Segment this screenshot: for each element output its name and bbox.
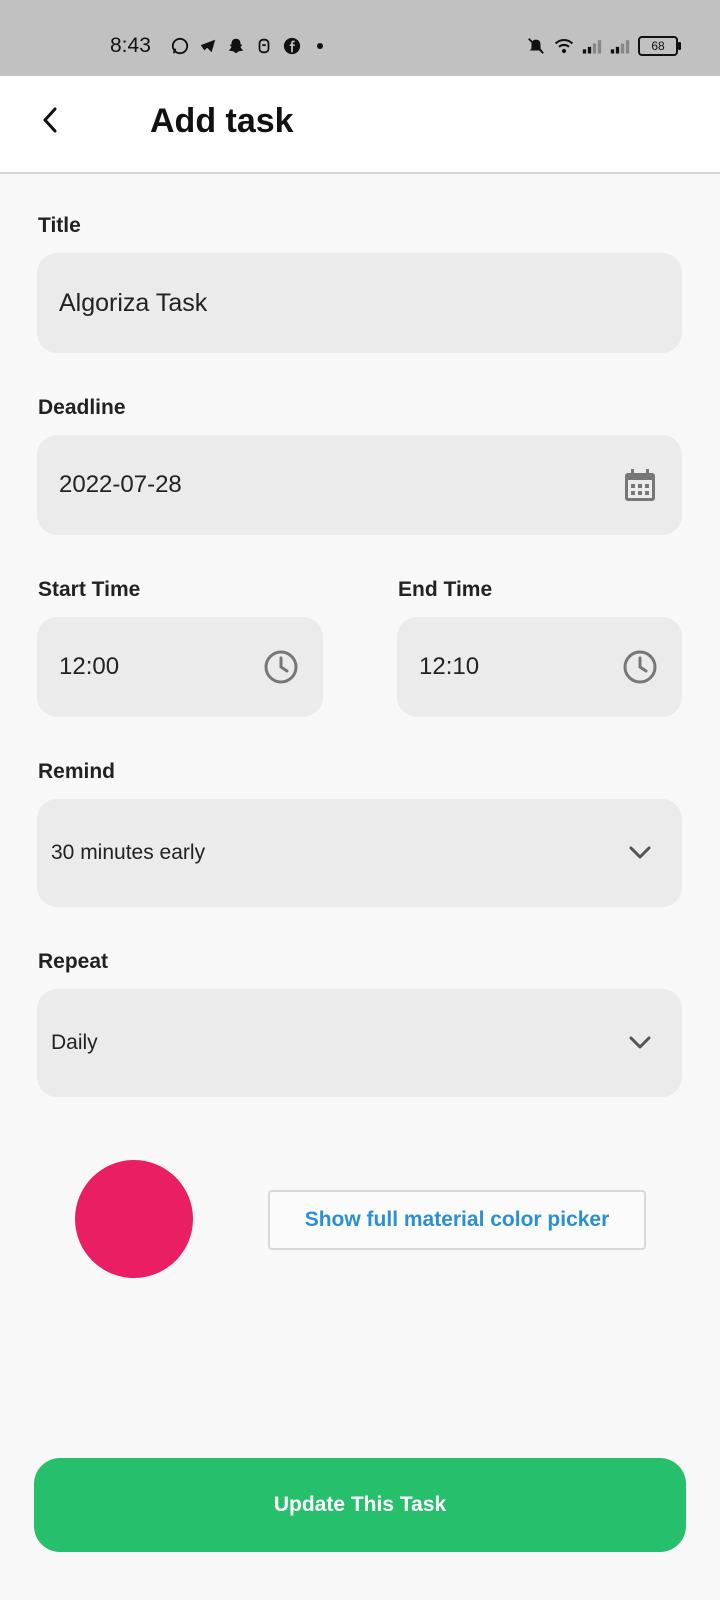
snapchat-icon (226, 36, 246, 56)
page-title: Add task (150, 102, 294, 140)
repeat-value: Daily (51, 1031, 98, 1054)
title-input[interactable]: Algoriza Task (37, 253, 682, 353)
battery-indicator: 68 (638, 36, 681, 56)
update-task-button[interactable]: Update This Task (34, 1458, 686, 1552)
end-time-label: End Time (398, 578, 493, 601)
notification-icon (254, 36, 274, 56)
calendar-icon[interactable] (620, 465, 660, 505)
signal-icon (610, 36, 630, 56)
start-time-label: Start Time (38, 578, 141, 601)
dot-icon (310, 36, 330, 56)
deadline-value: 2022-07-28 (59, 471, 182, 498)
wifi-icon (554, 36, 574, 56)
start-time-field[interactable]: 12:00 (37, 617, 323, 717)
end-time-value: 12:10 (419, 653, 480, 680)
status-time: 8:43 (110, 34, 151, 57)
status-right-icons: 68 (526, 36, 681, 56)
signal-icon (582, 36, 602, 56)
deadline-label: Deadline (38, 396, 126, 419)
whatsapp-icon (170, 36, 190, 56)
selected-color-swatch[interactable] (75, 1160, 193, 1278)
title-label: Title (38, 214, 81, 237)
deadline-field[interactable]: 2022-07-28 (37, 435, 682, 535)
remind-label: Remind (38, 760, 116, 783)
remind-value: 30 minutes early (51, 841, 206, 864)
facebook-icon (282, 36, 302, 56)
repeat-label: Repeat (38, 950, 109, 973)
app-bar: Add task (0, 76, 720, 174)
start-time-value: 12:00 (59, 653, 120, 680)
end-time-field[interactable]: 12:10 (397, 617, 682, 717)
telegram-icon (198, 36, 218, 56)
back-button[interactable] (28, 98, 72, 142)
status-left-icons (170, 36, 330, 56)
status-bar: 8:43 68 (0, 0, 720, 76)
remind-dropdown[interactable]: 30 minutes early (37, 799, 682, 907)
chevron-left-icon (43, 107, 57, 133)
clock-icon[interactable] (261, 647, 301, 687)
clock-icon[interactable] (620, 647, 660, 687)
chevron-down-icon (620, 833, 660, 873)
repeat-dropdown[interactable]: Daily (37, 989, 682, 1097)
mute-icon (526, 36, 546, 56)
chevron-down-icon (620, 1023, 660, 1063)
title-value: Algoriza Task (59, 288, 208, 317)
color-picker-button[interactable]: Show full material color picker (268, 1190, 646, 1250)
